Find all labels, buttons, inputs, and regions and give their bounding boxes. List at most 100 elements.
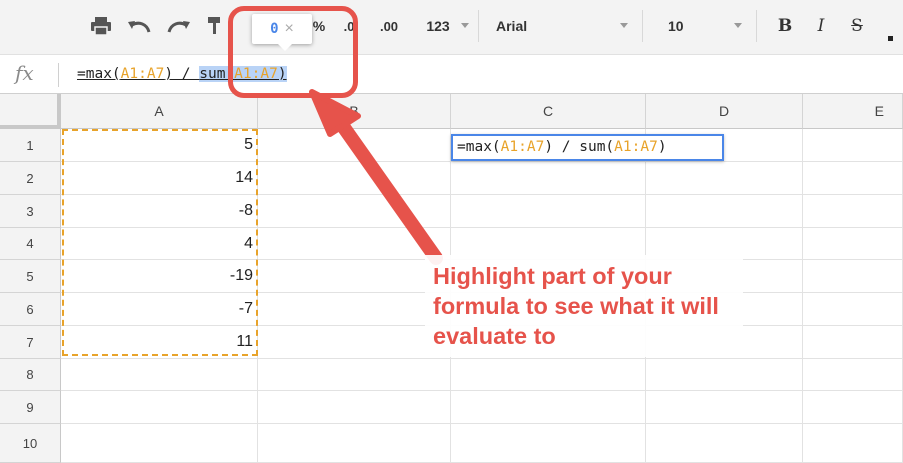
- column-header-c[interactable]: C: [451, 94, 646, 129]
- annotation-text: Highlight part of your formula to see wh…: [425, 255, 743, 357]
- italic-button[interactable]: I: [810, 12, 832, 40]
- cell-value: 11: [236, 333, 253, 350]
- cell-e7[interactable]: [803, 326, 903, 359]
- row-header-label: 3: [26, 203, 34, 219]
- strikethrough-button[interactable]: S: [846, 12, 868, 40]
- toolbar-separator: [642, 10, 643, 42]
- cell-b6[interactable]: [258, 293, 451, 326]
- cell-c10[interactable]: [451, 424, 646, 463]
- row-header-2[interactable]: 2: [0, 162, 61, 195]
- cell-b10[interactable]: [258, 424, 451, 463]
- more-formats-button[interactable]: 123: [418, 12, 458, 40]
- cell-e1[interactable]: [803, 129, 903, 162]
- cell-b2[interactable]: [258, 162, 451, 195]
- row-header-label: 4: [26, 236, 34, 251]
- paint-format-button[interactable]: [204, 12, 226, 40]
- column-header-b[interactable]: B: [258, 94, 451, 129]
- close-icon[interactable]: ×: [285, 20, 294, 38]
- formula-part: ) /: [164, 66, 200, 82]
- toolbar-overflow-icon[interactable]: [888, 36, 893, 41]
- font-size-value: 10: [668, 18, 684, 34]
- formula-part: sum(: [199, 66, 235, 82]
- cell-c9[interactable]: [451, 391, 646, 424]
- cell-a1[interactable]: 5: [61, 129, 258, 162]
- cell-b5[interactable]: [258, 260, 451, 293]
- row-header-label: 1: [26, 137, 34, 153]
- column-header-d[interactable]: D: [646, 94, 803, 129]
- cell-a8[interactable]: [61, 359, 258, 391]
- cell-e2[interactable]: [803, 162, 903, 195]
- cell-e5[interactable]: [803, 260, 903, 293]
- cell-d3[interactable]: [646, 195, 803, 228]
- column-header-label: E: [874, 103, 884, 119]
- cell-b3[interactable]: [258, 195, 451, 228]
- cell-e6[interactable]: [803, 293, 903, 326]
- column-header-e[interactable]: E: [803, 94, 903, 129]
- cell-a9[interactable]: [61, 391, 258, 424]
- row-header-7[interactable]: 7: [0, 326, 61, 359]
- cell-c2[interactable]: [451, 162, 646, 195]
- column-header-label: A: [154, 103, 164, 119]
- row-header-label: 6: [26, 301, 34, 317]
- cell-a10[interactable]: [61, 424, 258, 463]
- row-header-label: 7: [26, 334, 34, 350]
- cell-a7[interactable]: 11: [61, 326, 258, 359]
- row-header-label: 10: [22, 435, 38, 451]
- toolbar: % .0 .00 123 Arial 10 B I S: [0, 0, 903, 54]
- cell-e9[interactable]: [803, 391, 903, 424]
- bold-label: B: [777, 16, 793, 36]
- cell-a5[interactable]: -19: [61, 260, 258, 293]
- cell-b4[interactable]: [258, 228, 451, 260]
- cell-d10[interactable]: [646, 424, 803, 463]
- percent-format-button[interactable]: %: [309, 12, 329, 40]
- font-size-select[interactable]: 10: [668, 12, 698, 40]
- cell-b8[interactable]: [258, 359, 451, 391]
- redo-button[interactable]: [164, 12, 194, 40]
- percent-label: %: [312, 18, 326, 34]
- increase-decimals-label: .00: [379, 18, 399, 34]
- cell-value: -8: [238, 202, 253, 219]
- cell-a4[interactable]: 4: [61, 228, 258, 260]
- cell-a3[interactable]: -8: [61, 195, 258, 228]
- cell-b1[interactable]: [258, 129, 451, 162]
- cell-c8[interactable]: [451, 359, 646, 391]
- cell-a6[interactable]: -7: [61, 293, 258, 326]
- cell-c3[interactable]: [451, 195, 646, 228]
- row-header-5[interactable]: 5: [0, 260, 61, 293]
- print-button[interactable]: [86, 12, 116, 40]
- cell-a2[interactable]: 14: [61, 162, 258, 195]
- cell-editor-c1[interactable]: =max(A1:A7) / sum(A1:A7): [451, 134, 724, 161]
- increase-decimals-button[interactable]: .00: [369, 12, 409, 40]
- strikethrough-label: S: [851, 16, 863, 36]
- select-all-corner[interactable]: [0, 94, 61, 129]
- bold-button[interactable]: B: [774, 12, 796, 40]
- column-header-label: D: [718, 103, 730, 119]
- row-header-3[interactable]: 3: [0, 195, 61, 228]
- row-header-10[interactable]: 10: [0, 424, 61, 463]
- column-header-a[interactable]: A: [61, 94, 258, 129]
- row-header-label: 5: [26, 268, 34, 284]
- cell-e3[interactable]: [803, 195, 903, 228]
- cell-e8[interactable]: [803, 359, 903, 391]
- cell-b9[interactable]: [258, 391, 451, 424]
- row-header-9[interactable]: 9: [0, 391, 61, 424]
- row-header-1[interactable]: 1: [0, 129, 61, 162]
- row-header-8[interactable]: 8: [0, 359, 61, 391]
- column-header-label: C: [542, 103, 554, 119]
- cell-d2[interactable]: [646, 162, 803, 195]
- cell-e4[interactable]: [803, 228, 903, 260]
- decrease-decimals-label: .0: [343, 18, 355, 34]
- formula-bar: fx =max(A1:A7) / sum(A1:A7): [0, 54, 903, 94]
- cell-d9[interactable]: [646, 391, 803, 424]
- decrease-decimals-button[interactable]: .0: [334, 12, 364, 40]
- formula-input[interactable]: =max(A1:A7) / sum(A1:A7): [77, 63, 287, 85]
- row-header-4[interactable]: 4: [0, 228, 61, 260]
- eval-value: 0: [270, 21, 279, 37]
- cell-e10[interactable]: [803, 424, 903, 463]
- cell-b7[interactable]: [258, 326, 451, 359]
- cell-d8[interactable]: [646, 359, 803, 391]
- undo-button[interactable]: [124, 12, 154, 40]
- font-family-select[interactable]: Arial: [496, 12, 576, 40]
- row-header-label: 9: [26, 399, 34, 415]
- row-header-6[interactable]: 6: [0, 293, 61, 326]
